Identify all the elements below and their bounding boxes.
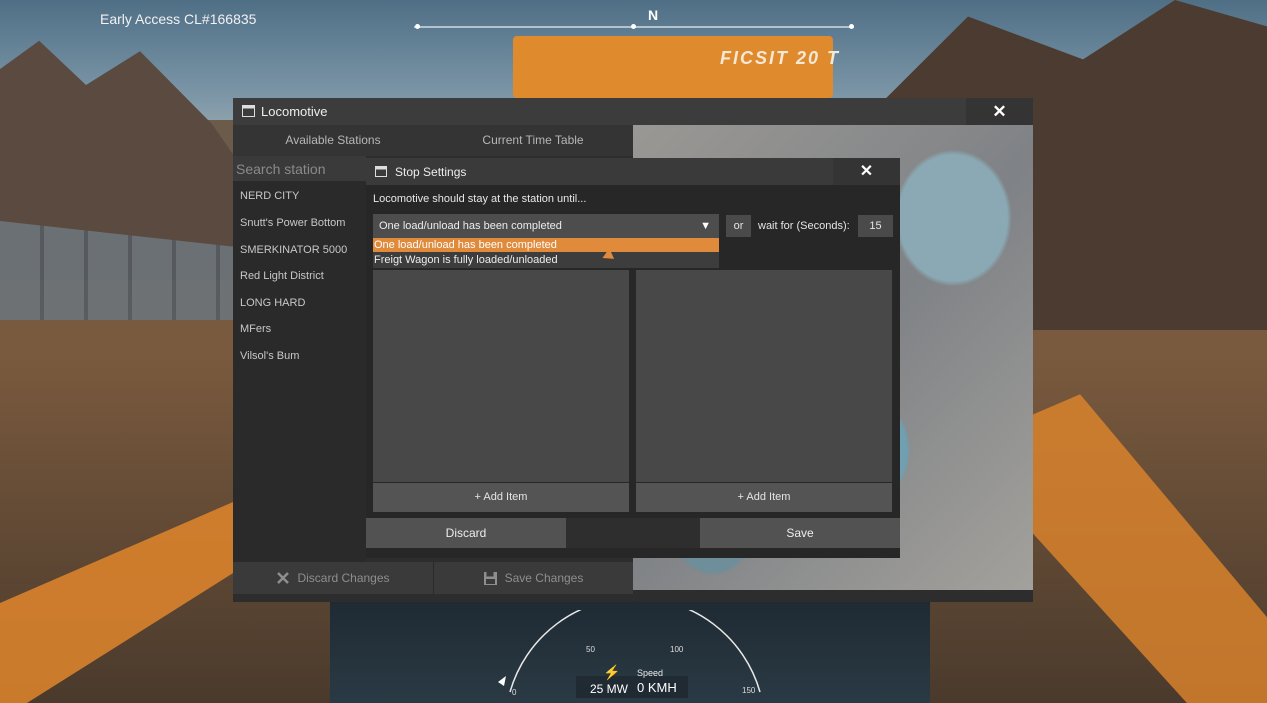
- stop-settings-title-bar[interactable]: Stop Settings: [366, 158, 833, 185]
- close-locomotive-button[interactable]: ✕: [966, 98, 1033, 125]
- search-station-input[interactable]: [233, 156, 366, 181]
- window-icon: [242, 105, 255, 117]
- discard-changes-button[interactable]: Discard Changes: [233, 562, 433, 594]
- dropdown-arrow-icon: ▼: [700, 220, 711, 232]
- condition-option[interactable]: Freigt Wagon is fully loaded/unloaded: [373, 253, 719, 267]
- station-item[interactable]: NERD CITY: [240, 190, 299, 202]
- load-item-list[interactable]: [373, 270, 629, 482]
- compass-heading: N: [648, 7, 659, 23]
- floppy-disk-icon: [483, 571, 497, 585]
- stop-condition-instruction: Locomotive should stay at the station un…: [373, 193, 587, 205]
- compass-marker: [849, 24, 854, 29]
- power-bolt-icon: ⚡: [603, 664, 621, 680]
- locomotive-action-bar: Discard Changes Save Changes: [233, 562, 633, 594]
- build-version-label: Early Access CL#166835: [100, 11, 257, 27]
- close-stop-settings-button[interactable]: ✕: [833, 158, 900, 185]
- locomotive-title-bar[interactable]: Locomotive: [233, 98, 966, 125]
- save-button[interactable]: Save: [700, 518, 900, 548]
- locomotive-title: Locomotive: [261, 104, 328, 119]
- speed-readout: 0 KMH: [637, 680, 677, 695]
- power-readout: 25 MW: [590, 682, 629, 696]
- station-roof-label: FICSIT 20 T: [720, 48, 841, 68]
- save-changes-button[interactable]: Save Changes: [433, 562, 633, 594]
- selected-condition: One load/unload has been completed: [379, 220, 562, 232]
- tab-available-stations[interactable]: Available Stations: [233, 125, 433, 156]
- discard-changes-label: Discard Changes: [297, 571, 390, 585]
- speed-tick: 0: [512, 688, 517, 697]
- or-toggle-button[interactable]: or: [726, 215, 751, 237]
- station-item[interactable]: Red Light District: [240, 270, 324, 282]
- compass-marker: [631, 24, 636, 29]
- divider: [566, 518, 700, 548]
- station-list-panel: NERD CITY Snutt's Power Bottom SMERKINAT…: [233, 156, 366, 562]
- speed-tick: 150: [742, 686, 756, 695]
- station-item[interactable]: Snutt's Power Bottom: [240, 217, 345, 229]
- x-icon: [277, 572, 290, 584]
- speed-tick: 50: [586, 645, 595, 654]
- station-item[interactable]: MFers: [240, 323, 271, 335]
- compass-marker: [415, 24, 420, 29]
- tab-current-time-table[interactable]: Current Time Table: [433, 125, 633, 156]
- stop-condition-dropdown[interactable]: One load/unload has been completed ▼: [373, 214, 719, 238]
- close-icon: ✕: [859, 163, 874, 180]
- window-icon: [375, 166, 387, 177]
- wait-seconds-input[interactable]: [858, 215, 893, 237]
- speed-tick: 100: [670, 645, 684, 654]
- station-item[interactable]: SMERKINATOR 5000: [240, 244, 347, 256]
- wait-seconds-label: wait for (Seconds):: [758, 220, 850, 232]
- stop-settings-dialog: Stop Settings ✕ Locomotive should stay a…: [366, 158, 900, 558]
- condition-option[interactable]: One load/unload has been completed: [373, 238, 719, 252]
- station-item[interactable]: LONG HARD: [240, 297, 305, 309]
- station-item[interactable]: Vilsol's Bum: [240, 350, 299, 362]
- unload-item-list[interactable]: [636, 270, 892, 482]
- speedometer-needle-icon: [498, 676, 506, 686]
- add-item-button[interactable]: + Add Item: [373, 483, 629, 512]
- stop-condition-options: One load/unload has been completed Freig…: [373, 238, 719, 268]
- speed-label: Speed: [637, 668, 664, 678]
- add-item-button[interactable]: + Add Item: [636, 483, 892, 512]
- close-icon: ✕: [992, 102, 1007, 121]
- save-changes-label: Save Changes: [504, 571, 584, 585]
- stop-settings-title: Stop Settings: [395, 165, 467, 179]
- discard-button[interactable]: Discard: [366, 518, 566, 548]
- locomotive-tabs: Available Stations Current Time Table: [233, 125, 633, 156]
